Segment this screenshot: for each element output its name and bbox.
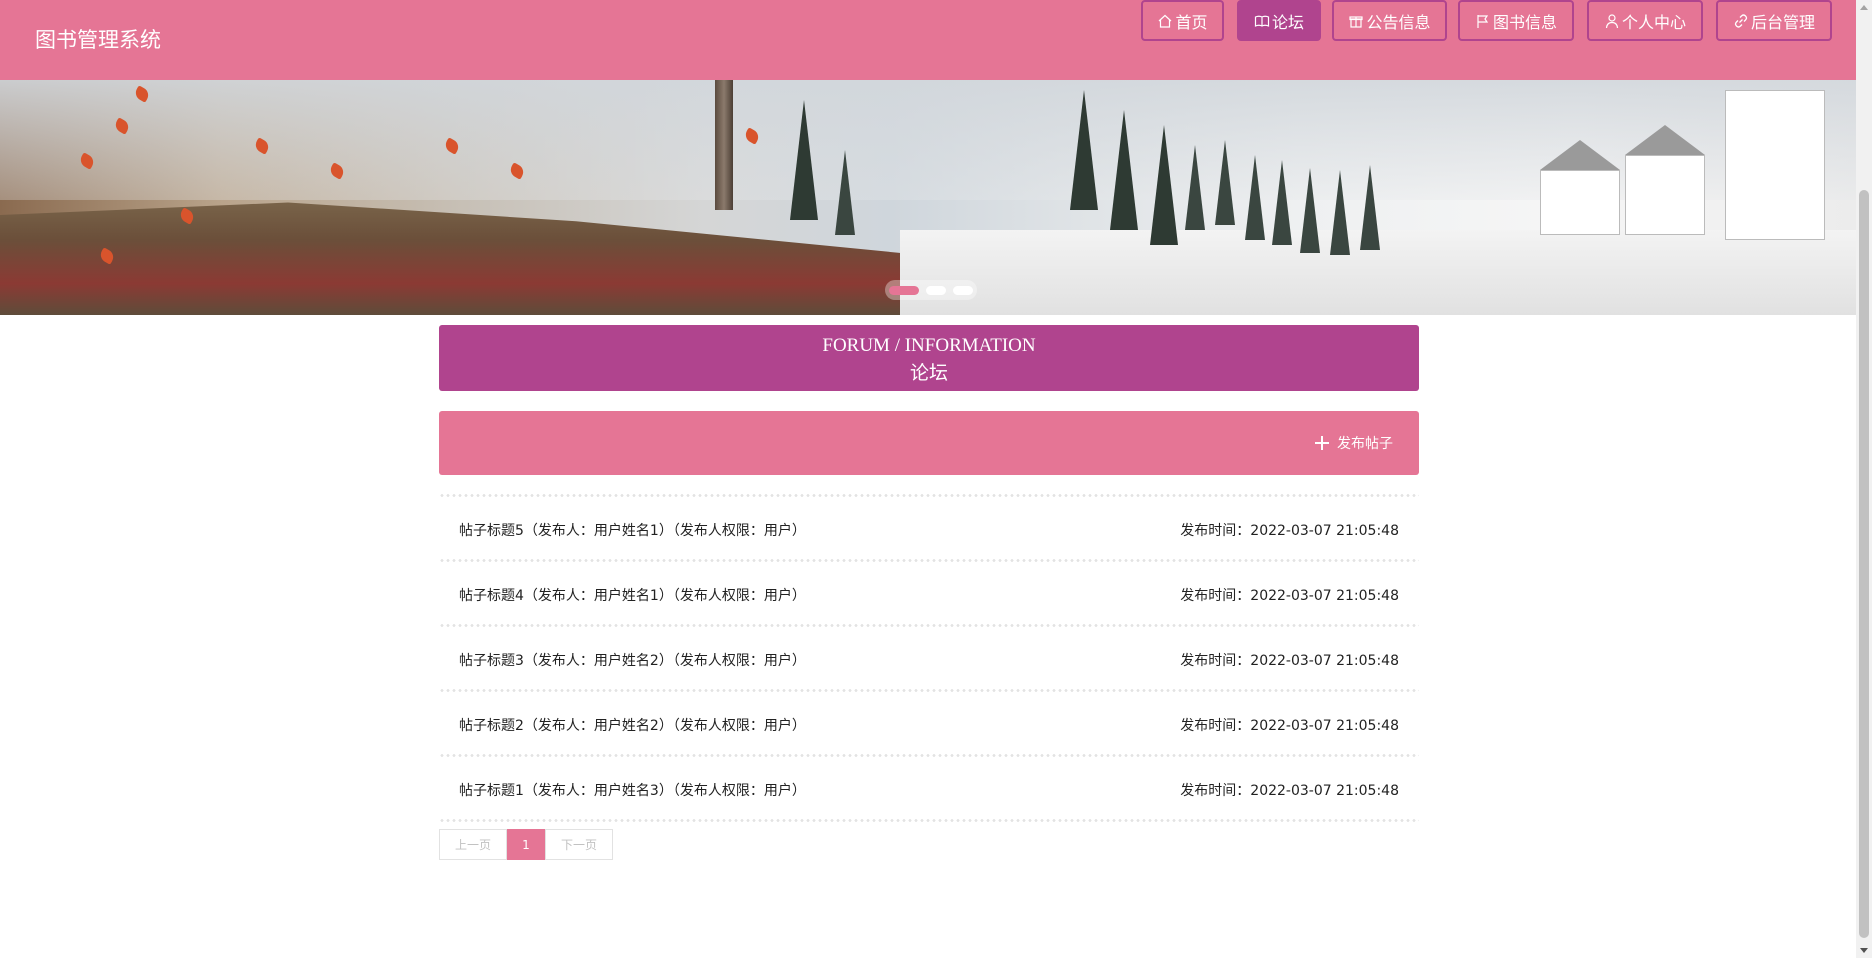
scroll-down-arrow-icon[interactable]	[1860, 948, 1868, 953]
banner-carousel	[0, 80, 1856, 315]
scrollbar-thumb[interactable]	[1859, 190, 1869, 938]
carousel-dot-3[interactable]	[953, 285, 973, 295]
book-open-icon	[1254, 13, 1270, 29]
post-date: 发布时间：2022-03-07 21:05:48	[1180, 523, 1399, 539]
nav-home[interactable]: 首页	[1141, 0, 1224, 41]
banner-pine	[1272, 160, 1292, 245]
banner-pine	[1070, 90, 1098, 210]
banner-pine	[790, 100, 818, 220]
plus-icon	[1315, 436, 1329, 450]
section-title-cn: 论坛	[909, 362, 948, 384]
nav-home-label: 首页	[1175, 12, 1208, 32]
post-date: 发布时间：2022-03-07 21:05:48	[1180, 783, 1399, 799]
carousel-dot-1[interactable]	[889, 285, 919, 295]
nav-profile[interactable]: 个人中心	[1587, 0, 1703, 41]
nav-books-label: 图书信息	[1492, 12, 1557, 32]
action-bar: 发布帖子	[439, 411, 1419, 475]
banner-tree-trunk	[715, 80, 733, 210]
banner-roof	[1540, 140, 1620, 170]
list-item[interactable]: 帖子标题1（发布人：用户姓名3）（发布人权限：用户） 发布时间：2022-03-…	[439, 758, 1419, 818]
flag-icon	[1475, 13, 1491, 29]
banner-pine	[1245, 155, 1265, 240]
gift-icon	[1348, 13, 1364, 29]
banner-house	[1725, 90, 1825, 240]
banner-house	[1540, 170, 1620, 235]
site-title: 图书管理系统	[35, 28, 161, 52]
section-title-en: FORUM / INFORMATION	[822, 335, 1036, 356]
scroll-up-arrow-icon[interactable]	[1860, 5, 1868, 10]
link-icon	[1733, 13, 1749, 29]
post-list: 帖子标题5（发布人：用户姓名1）（发布人权限：用户） 发布时间：2022-03-…	[439, 493, 1419, 823]
post-title[interactable]: 帖子标题5（发布人：用户姓名1）（发布人权限：用户）	[459, 520, 806, 540]
post-title[interactable]: 帖子标题3（发布人：用户姓名2）（发布人权限：用户）	[459, 650, 806, 670]
home-icon	[1157, 13, 1173, 29]
nav-forum-label: 论坛	[1271, 12, 1304, 32]
post-title[interactable]: 帖子标题2（发布人：用户姓名2）（发布人权限：用户）	[459, 715, 806, 735]
post-title[interactable]: 帖子标题1（发布人：用户姓名3）（发布人权限：用户）	[459, 780, 806, 800]
page-scrollbar[interactable]	[1856, 0, 1872, 958]
prev-page-button[interactable]: 上一页	[439, 829, 507, 860]
nav-announcements[interactable]: 公告信息	[1332, 0, 1447, 41]
post-date: 发布时间：2022-03-07 21:05:48	[1180, 588, 1399, 604]
new-post-button[interactable]: 发布帖子	[1315, 433, 1393, 453]
new-post-label: 发布帖子	[1337, 436, 1393, 452]
banner-pine	[1215, 140, 1235, 225]
banner-pine	[835, 150, 855, 235]
banner-roof	[1625, 125, 1705, 155]
user-icon	[1604, 13, 1620, 29]
list-item[interactable]: 帖子标题5（发布人：用户姓名1）（发布人权限：用户） 发布时间：2022-03-…	[439, 498, 1419, 558]
pagination: 上一页 1 下一页	[439, 829, 613, 860]
top-navbar: 图书管理系统 首页 论坛 公告信息 图书信息 个人中心 后台管理	[0, 0, 1856, 80]
post-title[interactable]: 帖子标题4（发布人：用户姓名1）（发布人权限：用户）	[459, 585, 806, 605]
carousel-dot-2[interactable]	[926, 285, 946, 295]
banner-pine	[1300, 168, 1320, 253]
current-page-button[interactable]: 1	[507, 829, 545, 860]
carousel-indicators	[885, 280, 977, 300]
banner-pine	[1360, 165, 1380, 250]
nav-admin[interactable]: 后台管理	[1716, 0, 1832, 41]
banner-pine	[1330, 170, 1350, 255]
section-title-box: FORUM / INFORMATION 论坛	[439, 325, 1419, 391]
nav-admin-label: 后台管理	[1750, 12, 1815, 32]
nav-profile-label: 个人中心	[1621, 12, 1686, 32]
post-date: 发布时间：2022-03-07 21:05:48	[1180, 718, 1399, 734]
post-date: 发布时间：2022-03-07 21:05:48	[1180, 653, 1399, 669]
list-item[interactable]: 帖子标题3（发布人：用户姓名2）（发布人权限：用户） 发布时间：2022-03-…	[439, 628, 1419, 688]
banner-pine	[1185, 145, 1205, 230]
banner-pine	[1150, 125, 1178, 245]
banner-pine	[1110, 110, 1138, 230]
list-item[interactable]: 帖子标题4（发布人：用户姓名1）（发布人权限：用户） 发布时间：2022-03-…	[439, 563, 1419, 623]
next-page-button[interactable]: 下一页	[545, 829, 613, 860]
list-item[interactable]: 帖子标题2（发布人：用户姓名2）（发布人权限：用户） 发布时间：2022-03-…	[439, 693, 1419, 753]
banner-house	[1625, 155, 1705, 235]
nav-announcements-label: 公告信息	[1366, 12, 1431, 32]
nav-books[interactable]: 图书信息	[1458, 0, 1574, 41]
nav-forum[interactable]: 论坛	[1237, 0, 1321, 41]
row-divider	[439, 818, 1419, 823]
